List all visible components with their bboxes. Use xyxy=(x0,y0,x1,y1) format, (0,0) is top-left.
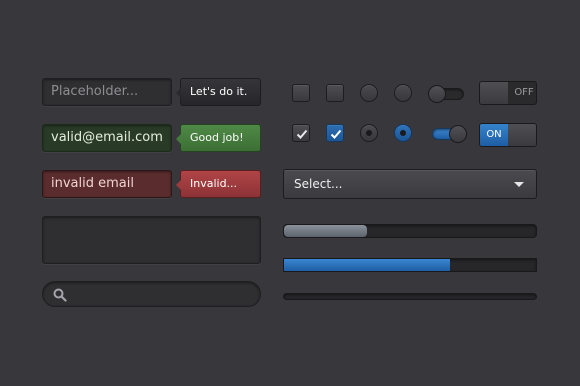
mini-toggle-knob xyxy=(428,85,446,103)
switch-knob xyxy=(508,124,536,146)
placeholder-input[interactable]: Placeholder... xyxy=(42,78,172,106)
radio-dot xyxy=(400,130,406,136)
default-tooltip: Let's do it. xyxy=(176,78,261,106)
check-icon xyxy=(330,129,342,139)
invalid-email-input[interactable]: invalid email xyxy=(42,170,172,198)
progress-bar-1 xyxy=(283,224,537,238)
radio-selected-blue[interactable] xyxy=(394,124,412,142)
search-input[interactable] xyxy=(42,281,261,307)
success-tooltip: Good job! xyxy=(176,124,261,152)
checkbox-unchecked[interactable] xyxy=(292,84,310,102)
progress-bar-3 xyxy=(283,293,537,300)
error-tooltip: Invalid... xyxy=(176,170,261,198)
switch-on-label: ON xyxy=(480,124,508,146)
textarea[interactable] xyxy=(42,216,261,264)
check-icon xyxy=(296,129,308,139)
select-value: Select... xyxy=(294,177,343,191)
switch-on[interactable]: ON xyxy=(479,123,537,147)
radio-unselected-alt[interactable] xyxy=(394,84,412,102)
progress-fill-2 xyxy=(284,259,451,271)
valid-email-input[interactable]: valid@email.com xyxy=(42,124,172,152)
mini-toggle-knob xyxy=(449,125,467,143)
select-dropdown[interactable]: Select... xyxy=(283,169,537,199)
progress-bar-2 xyxy=(283,258,537,272)
progress-fill-1 xyxy=(284,225,368,237)
switch-off[interactable]: OFF xyxy=(479,81,537,105)
search-icon xyxy=(53,288,67,302)
switch-off-label: OFF xyxy=(514,87,534,98)
radio-dot xyxy=(366,130,372,136)
radio-unselected[interactable] xyxy=(360,84,378,102)
checkbox-checked[interactable] xyxy=(292,124,310,142)
radio-selected[interactable] xyxy=(360,124,378,142)
checkbox-checked-blue[interactable] xyxy=(326,124,344,142)
checkbox-unchecked-alt[interactable] xyxy=(326,84,344,102)
chevron-down-icon xyxy=(514,182,524,187)
switch-knob xyxy=(480,82,508,104)
